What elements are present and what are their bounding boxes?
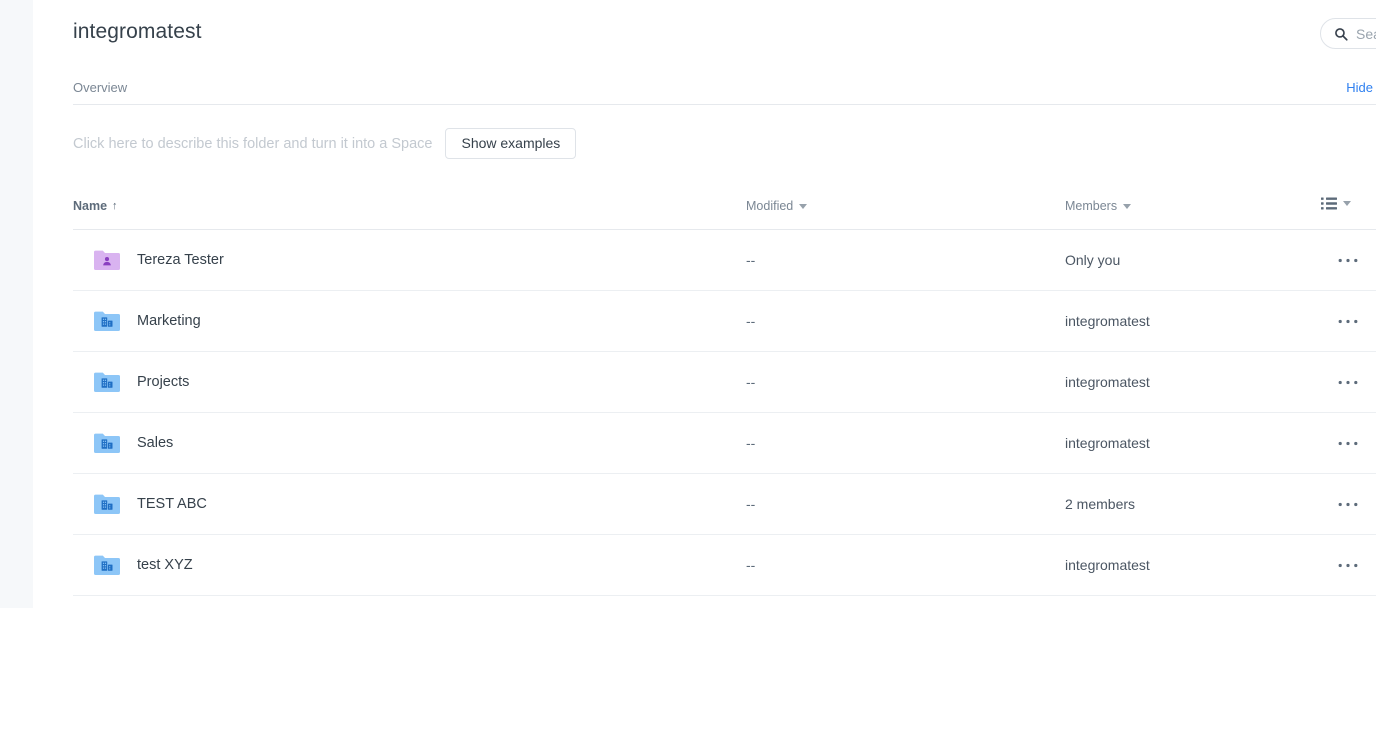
table-row[interactable]: Projects -- integromatest <box>73 352 1376 413</box>
table-row[interactable]: TEST ABC -- 2 members <box>73 474 1376 535</box>
row-modified: -- <box>746 557 755 573</box>
main-content-panel: integromatest Overview Hide Click here t… <box>33 0 1376 608</box>
column-header-modified-label: Modified <box>746 199 793 213</box>
chevron-down-icon <box>1123 204 1131 209</box>
tab-bar: Overview Hide <box>73 72 1376 105</box>
row-name[interactable]: Sales <box>137 435 173 451</box>
page-title: integromatest <box>73 20 202 44</box>
left-rail <box>0 0 33 608</box>
row-modified: -- <box>746 374 755 390</box>
describe-folder-row: Click here to describe this folder and t… <box>73 128 576 159</box>
chevron-down-icon <box>1343 201 1351 206</box>
row-modified: -- <box>746 496 755 512</box>
list-view-icon <box>1321 197 1337 210</box>
folder-building-icon <box>93 492 121 516</box>
column-header-name-label: Name <box>73 199 107 213</box>
row-more-menu-button[interactable] <box>1335 494 1361 514</box>
sort-ascending-icon: ↑ <box>112 201 118 212</box>
chevron-down-icon <box>799 204 807 209</box>
row-members: integromatest <box>1065 374 1150 390</box>
search-box[interactable] <box>1320 18 1376 49</box>
row-name[interactable]: test XYZ <box>137 557 193 573</box>
app-window: integromatest Overview Hide Click here t… <box>0 0 1376 741</box>
column-header-members[interactable]: Members <box>1065 199 1131 213</box>
column-header-name[interactable]: Name ↑ <box>73 199 118 213</box>
describe-folder-input[interactable]: Click here to describe this folder and t… <box>73 136 432 152</box>
folder-building-icon <box>93 309 121 333</box>
table-header-row: Name ↑ Modified Members <box>73 196 1376 230</box>
row-members: integromatest <box>1065 435 1150 451</box>
search-icon <box>1334 27 1348 41</box>
row-modified: -- <box>746 313 755 329</box>
row-more-menu-button[interactable] <box>1335 555 1361 575</box>
table-row[interactable]: test XYZ -- integromatest <box>73 535 1376 596</box>
table-row[interactable]: Marketing -- integromatest <box>73 291 1376 352</box>
table-body: Tereza Tester -- Only you Marketing -- integr… <box>73 230 1376 596</box>
folder-person-icon <box>93 248 121 272</box>
row-name[interactable]: Marketing <box>137 313 201 329</box>
tab-overview[interactable]: Overview <box>73 80 127 95</box>
row-modified: -- <box>746 435 755 451</box>
row-more-menu-button[interactable] <box>1335 311 1361 331</box>
folder-building-icon <box>93 431 121 455</box>
row-members: 2 members <box>1065 496 1135 512</box>
column-header-modified[interactable]: Modified <box>746 199 807 213</box>
view-options-button[interactable] <box>1321 197 1351 210</box>
table-row[interactable]: Sales -- integromatest <box>73 413 1376 474</box>
show-examples-button[interactable]: Show examples <box>445 128 576 159</box>
row-members: integromatest <box>1065 557 1150 573</box>
row-members: integromatest <box>1065 313 1150 329</box>
table-row[interactable]: Tereza Tester -- Only you <box>73 230 1376 291</box>
hide-overview-link[interactable]: Hide <box>1346 80 1373 95</box>
column-header-members-label: Members <box>1065 199 1117 213</box>
search-input[interactable] <box>1356 26 1376 42</box>
folder-table: Name ↑ Modified Members <box>73 196 1376 596</box>
row-members: Only you <box>1065 252 1120 268</box>
row-name[interactable]: Tereza Tester <box>137 252 224 268</box>
row-name[interactable]: Projects <box>137 374 189 390</box>
folder-building-icon <box>93 553 121 577</box>
row-more-menu-button[interactable] <box>1335 372 1361 392</box>
row-more-menu-button[interactable] <box>1335 433 1361 453</box>
row-modified: -- <box>746 252 755 268</box>
row-more-menu-button[interactable] <box>1335 250 1361 270</box>
folder-building-icon <box>93 370 121 394</box>
row-name[interactable]: TEST ABC <box>137 496 207 512</box>
